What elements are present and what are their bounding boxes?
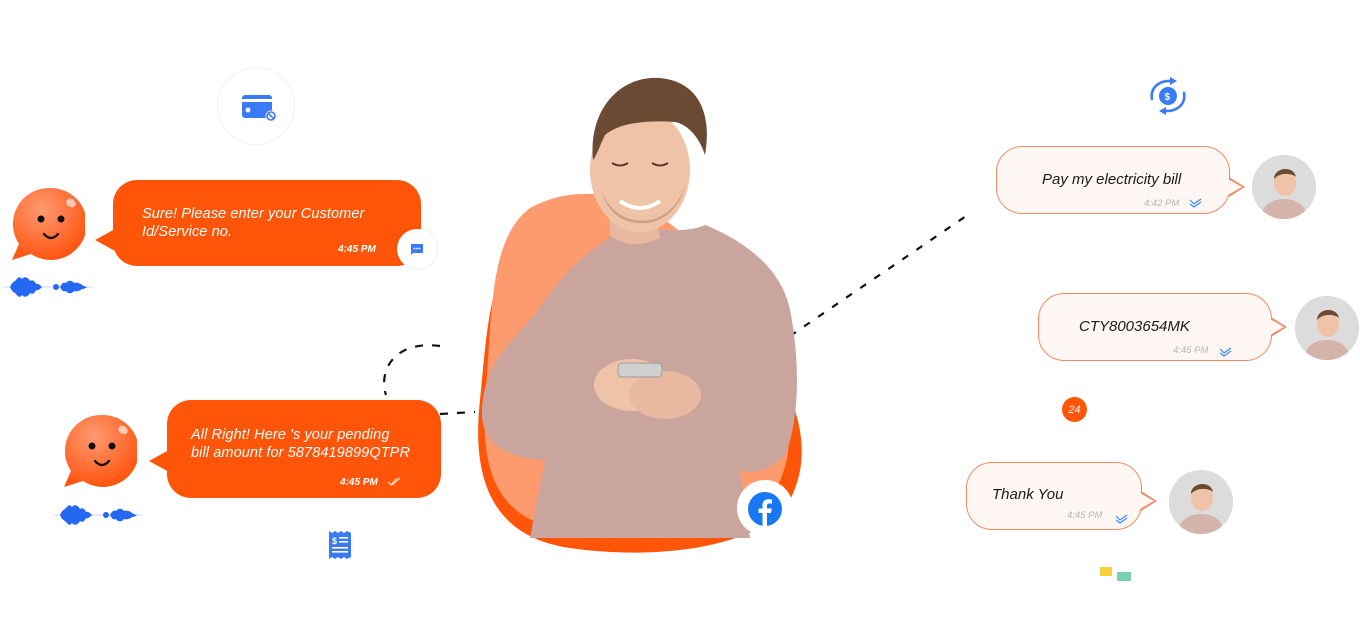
user-message-2: CTY8003654MK 4:45 PM	[1038, 293, 1287, 361]
bot-message-1-line1: Sure! Please enter your Customer	[142, 206, 365, 222]
currency-exchange-icon: $	[1150, 77, 1186, 115]
receipt-dollar: $	[332, 536, 337, 546]
user-message-1-time: 4:42 PM	[1144, 198, 1180, 209]
user-message-2-time: 4:45 PM	[1173, 345, 1209, 356]
user-avatar-image	[1295, 296, 1359, 360]
double-check-icon	[387, 477, 401, 486]
voice-wave-icon	[4, 277, 92, 297]
voice-wave-icon	[54, 505, 142, 525]
count-badge: 24	[1062, 397, 1087, 422]
bot-message-1-line2: Id/Service no.	[142, 224, 233, 240]
user-avatar	[1169, 470, 1233, 534]
smiley-bot-icon	[12, 187, 85, 260]
user-avatar-image	[1252, 155, 1316, 219]
user-avatar	[1252, 155, 1316, 219]
bill-receipt-icon: $	[329, 531, 351, 559]
bot-message-2-line2: bill amount for 5878419899QTPR	[191, 445, 411, 461]
credit-card-blocked-icon	[242, 95, 277, 122]
card-blocked-badge	[217, 67, 295, 145]
double-check-icon	[1219, 347, 1232, 357]
bot-message-2: All Right! Here 's your pending bill amo…	[149, 400, 441, 498]
bot-message-2-time: 4:45 PM	[340, 477, 378, 488]
currency-symbol: $	[1165, 92, 1171, 103]
double-check-icon	[1189, 198, 1202, 208]
user-message-1-text: Pay my electricity bill	[1042, 171, 1182, 188]
typing-chat-icon	[411, 244, 423, 255]
bot-message-1-time: 4:45 PM	[338, 244, 376, 255]
user-message-3-text: Thank You	[992, 486, 1064, 503]
phone	[617, 362, 663, 378]
double-check-icon	[1115, 514, 1128, 524]
typing-indicator-badge	[397, 229, 437, 269]
green-sticker	[1117, 572, 1131, 581]
facebook-icon[interactable]	[747, 491, 783, 527]
bot-message-2-line1: All Right! Here 's your pending	[191, 427, 390, 443]
user-avatar-image	[1169, 470, 1233, 534]
hero-illustration	[478, 77, 802, 553]
bot-message-1: Sure! Please enter your Customer Id/Serv…	[95, 180, 421, 266]
smiley-bot-icon	[64, 414, 137, 487]
emoji-sticker	[1100, 567, 1112, 576]
user-message-1: Pay my electricity bill 4:42 PM	[996, 146, 1245, 214]
user-message-3: Thank You 4:45 PM	[966, 462, 1157, 530]
user-message-3-time: 4:45 PM	[1067, 510, 1103, 521]
count-badge-value: 24	[1068, 403, 1081, 416]
user-avatar	[1295, 296, 1359, 360]
user-message-2-text: CTY8003654MK	[1079, 318, 1190, 335]
